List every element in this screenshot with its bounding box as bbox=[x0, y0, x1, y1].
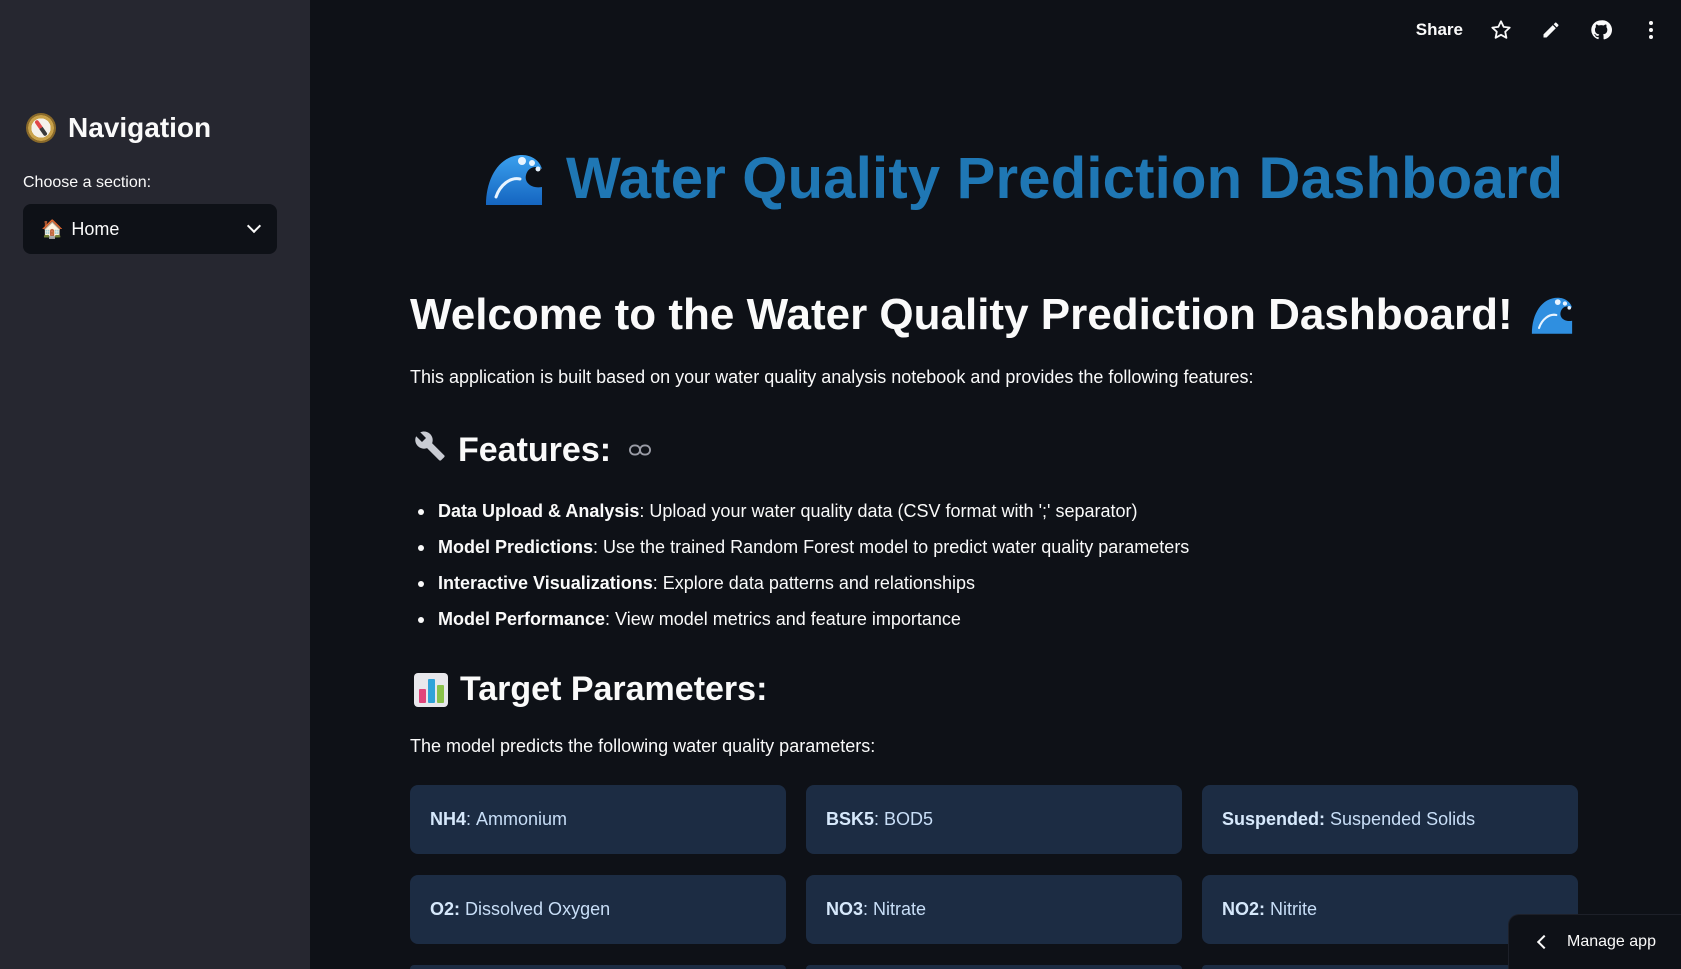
section-select[interactable]: 🏠 Home bbox=[23, 204, 277, 254]
welcome-heading-text: Welcome to the Water Quality Prediction … bbox=[410, 290, 1513, 339]
list-item: Interactive Visualizations: Explore data… bbox=[410, 565, 1189, 601]
page-title: Water Quality Prediction Dashboard bbox=[566, 146, 1564, 211]
wrench-icon bbox=[414, 430, 446, 470]
section-select-value: Home bbox=[71, 218, 120, 239]
manage-app-label: Manage app bbox=[1567, 933, 1656, 950]
target-card: NO3: Nitrate bbox=[806, 875, 1182, 944]
bar-chart-icon bbox=[414, 672, 448, 707]
welcome-heading: Welcome to the Water Quality Prediction … bbox=[410, 290, 1575, 340]
features-list: Data Upload & Analysis: Upload your wate… bbox=[410, 493, 1189, 637]
target-card: NH4: Ammonium bbox=[410, 785, 786, 854]
hero: Water Quality Prediction Dashboard bbox=[482, 145, 1563, 212]
list-item: Model Predictions: Use the trained Rando… bbox=[410, 529, 1189, 565]
sidebar: Navigation Choose a section: 🏠 Home bbox=[0, 0, 310, 969]
list-item: Model Performance: View model metrics an… bbox=[410, 601, 1189, 637]
target-cards: NH4: Ammonium BSK5: BOD5 Suspended: Susp… bbox=[410, 785, 1580, 944]
main-content: Water Quality Prediction Dashboard Welco… bbox=[310, 0, 1681, 969]
sidebar-title-text: Navigation bbox=[68, 112, 212, 143]
features-heading-text: Features: bbox=[458, 430, 612, 469]
targets-intro-text: The model predicts the following water q… bbox=[410, 736, 876, 756]
section-select-label: Choose a section: bbox=[23, 174, 152, 191]
list-item: Data Upload & Analysis: Upload your wate… bbox=[410, 493, 1189, 529]
link-icon[interactable] bbox=[629, 443, 652, 457]
target-cards-next-row bbox=[410, 965, 1580, 969]
wave-icon bbox=[1531, 297, 1572, 334]
target-parameters-heading: Target Parameters: bbox=[414, 670, 767, 709]
target-card: O2: Dissolved Oxygen bbox=[410, 875, 786, 944]
features-heading: Features: bbox=[414, 430, 652, 470]
house-icon: 🏠 bbox=[41, 218, 64, 239]
app-root: Navigation Choose a section: 🏠 Home Shar… bbox=[0, 0, 1681, 969]
compass-icon bbox=[26, 113, 56, 143]
target-card: BSK5: BOD5 bbox=[806, 785, 1182, 854]
target-card: Suspended: Suspended Solids bbox=[1202, 785, 1578, 854]
manage-app-button[interactable]: Manage app bbox=[1509, 915, 1681, 969]
sidebar-title: Navigation bbox=[26, 112, 211, 144]
wave-icon bbox=[486, 154, 542, 205]
target-parameters-heading-text: Target Parameters: bbox=[460, 670, 768, 708]
intro-text: This application is built based on your … bbox=[410, 367, 1254, 387]
chevron-down-icon bbox=[246, 218, 262, 234]
chevron-left-icon bbox=[1536, 934, 1552, 950]
